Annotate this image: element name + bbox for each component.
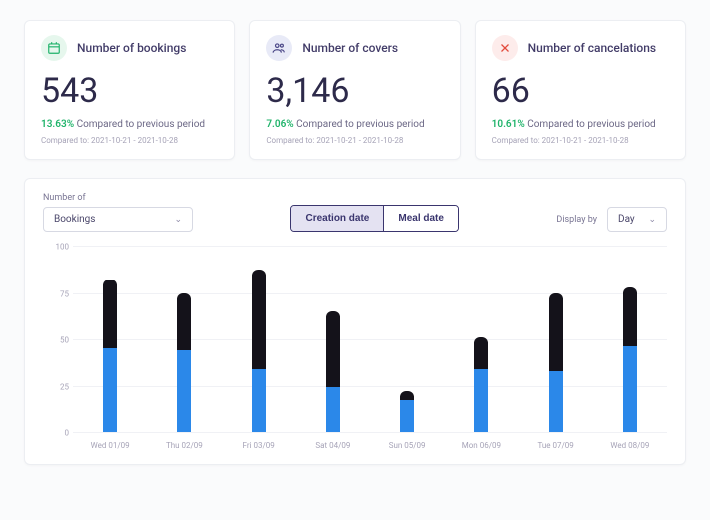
bar xyxy=(623,287,637,432)
bar-segment-dark xyxy=(177,293,191,351)
bar-segment-blue xyxy=(252,369,266,432)
bar xyxy=(177,293,191,433)
bar xyxy=(400,391,414,432)
meal-date-tab[interactable]: Meal date xyxy=(383,206,458,231)
card-value: 66 xyxy=(492,71,669,111)
bar-segment-dark xyxy=(474,337,488,369)
bar-segment-blue xyxy=(474,369,488,432)
gridline: 0 xyxy=(73,432,667,433)
card-compare-text: Compared to previous period xyxy=(296,119,424,130)
bar-segment-blue xyxy=(400,400,414,432)
bar-segment-dark xyxy=(326,311,340,387)
display-by-label: Display by xyxy=(556,215,597,225)
bar xyxy=(103,279,117,432)
display-by-select[interactable]: Day ⌄ xyxy=(607,207,667,232)
chart-panel: Number of Bookings ⌄ Creation date Meal … xyxy=(24,178,686,465)
card-value: 543 xyxy=(41,71,218,111)
y-tick-label: 75 xyxy=(45,289,69,298)
bar-segment-blue xyxy=(623,346,637,432)
bar-segment-dark xyxy=(252,270,266,369)
chevron-down-icon: ⌄ xyxy=(174,215,182,225)
x-tick-label: Tue 07/09 xyxy=(537,441,573,450)
y-tick-label: 50 xyxy=(45,336,69,345)
bar xyxy=(252,270,266,432)
card-pct: 13.63% xyxy=(41,119,74,130)
chevron-down-icon: ⌄ xyxy=(648,215,656,225)
creation-date-tab[interactable]: Creation date xyxy=(291,206,383,231)
bar-segment-blue xyxy=(103,348,117,432)
bar-column: Wed 08/09 xyxy=(593,246,667,432)
bar-segment-dark xyxy=(103,280,117,349)
bar-column: Wed 01/09 xyxy=(73,246,147,432)
bar-column: Fri 03/09 xyxy=(222,246,296,432)
card-value: 3,146 xyxy=(266,71,443,111)
bar-segment-blue xyxy=(549,371,563,432)
number-of-select[interactable]: Bookings ⌄ xyxy=(43,207,193,232)
y-tick-label: 100 xyxy=(45,243,69,252)
number-of-value: Bookings xyxy=(54,214,95,225)
x-tick-label: Mon 06/09 xyxy=(462,441,501,450)
bar-column: Sun 05/09 xyxy=(370,246,444,432)
bar-column: Tue 07/09 xyxy=(519,246,593,432)
bar-column: Mon 06/09 xyxy=(444,246,518,432)
bar-column: Thu 02/09 xyxy=(147,246,221,432)
summary-card: Number of covers 3,146 7.06% Compared to… xyxy=(249,20,460,160)
card-range: Compared to: 2021-10-21 - 2021-10-28 xyxy=(266,136,443,145)
summary-cards: Number of bookings 543 13.63% Compared t… xyxy=(24,20,686,160)
bar xyxy=(474,337,488,432)
card-compare-text: Compared to previous period xyxy=(527,119,655,130)
date-mode-toggle: Creation date Meal date xyxy=(290,205,458,232)
card-pct: 10.61% xyxy=(492,119,525,130)
card-title: Number of cancelations xyxy=(528,41,656,55)
bar-column: Sat 04/09 xyxy=(296,246,370,432)
x-tick-label: Wed 01/09 xyxy=(91,441,130,450)
display-by-value: Day xyxy=(618,214,635,225)
bookings-bar-chart: 0255075100 Wed 01/09Thu 02/09Fri 03/09Sa… xyxy=(43,246,667,456)
bar-segment-blue xyxy=(177,350,191,432)
card-title: Number of bookings xyxy=(77,41,186,55)
bar-segment-dark xyxy=(549,293,563,371)
calendar-icon xyxy=(41,35,67,61)
bar xyxy=(549,293,563,433)
x-icon xyxy=(492,35,518,61)
bar-segment-dark xyxy=(400,391,414,400)
x-tick-label: Wed 08/09 xyxy=(610,441,649,450)
summary-card: Number of cancelations 66 10.61% Compare… xyxy=(475,20,686,160)
users-icon xyxy=(266,35,292,61)
y-tick-label: 25 xyxy=(45,382,69,391)
card-range: Compared to: 2021-10-21 - 2021-10-28 xyxy=(41,136,218,145)
x-tick-label: Fri 03/09 xyxy=(243,441,275,450)
summary-card: Number of bookings 543 13.63% Compared t… xyxy=(24,20,235,160)
x-tick-label: Thu 02/09 xyxy=(166,441,203,450)
number-of-label: Number of xyxy=(43,193,193,203)
card-compare-text: Compared to previous period xyxy=(77,119,205,130)
bar xyxy=(326,311,340,432)
chart-bars: Wed 01/09Thu 02/09Fri 03/09Sat 04/09Sun … xyxy=(73,246,667,432)
card-pct: 7.06% xyxy=(266,119,293,130)
card-range: Compared to: 2021-10-21 - 2021-10-28 xyxy=(492,136,669,145)
bar-segment-dark xyxy=(623,287,637,347)
y-tick-label: 0 xyxy=(45,429,69,438)
x-tick-label: Sun 05/09 xyxy=(389,441,426,450)
x-tick-label: Sat 04/09 xyxy=(315,441,350,450)
card-title: Number of covers xyxy=(302,41,398,55)
bar-segment-blue xyxy=(326,387,340,432)
